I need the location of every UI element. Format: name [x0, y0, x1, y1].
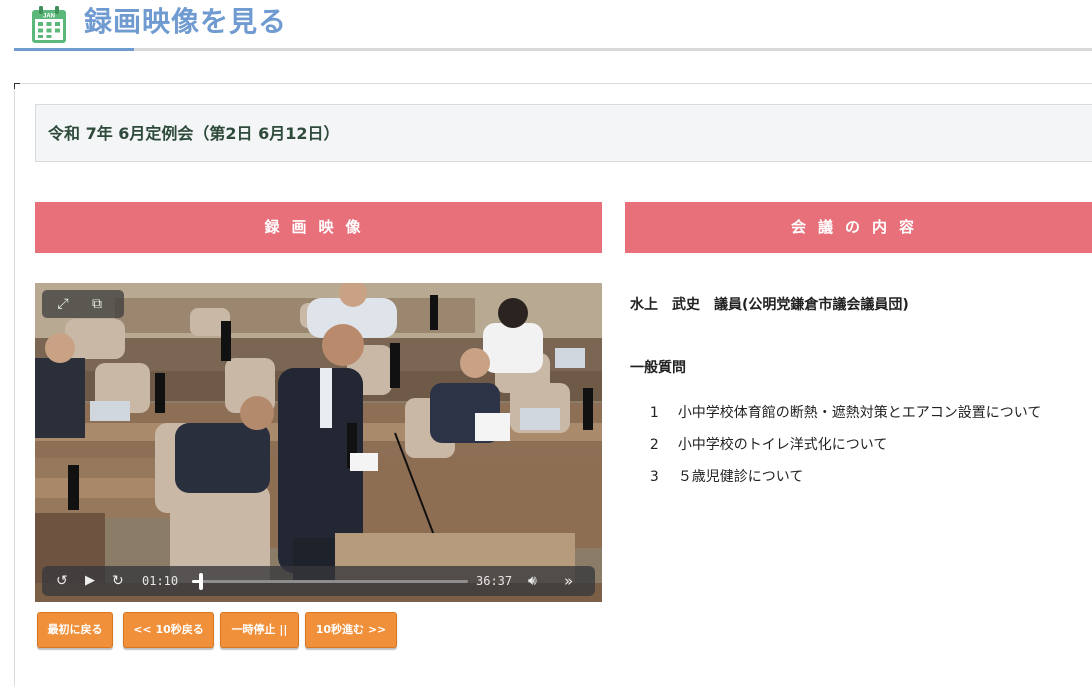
corner-mark [14, 83, 20, 89]
fullscreen-icon[interactable]: ⤢ [54, 296, 72, 312]
calendar-label: JAN [43, 14, 55, 20]
video-control-bar: ↺ ▶ ↻ 01:10 36:37 🔊︎ » [42, 566, 595, 596]
forward-10-seconds-button[interactable]: 10秒進む >> [305, 612, 397, 648]
page-title: 録画映像を見る [84, 5, 288, 38]
volume-icon[interactable]: 🔊︎ [528, 572, 537, 590]
agenda-item-text: ５歳児健診について [677, 469, 804, 485]
video-top-controls: ⤢ ⧉ [42, 290, 124, 318]
back-10-seconds-button[interactable]: << 10秒戻る [123, 612, 214, 648]
skip-forward-icon[interactable]: » [564, 572, 573, 590]
video-progress-bar[interactable] [192, 573, 468, 590]
video-frame [35, 283, 602, 602]
duration-time: 36:37 [476, 574, 513, 588]
video-section-header: 録画映像 [35, 202, 602, 253]
video-progress-handle[interactable] [198, 573, 203, 590]
agenda-item: 3 ５歳児健診について [630, 450, 804, 502]
member-name: 水上 武史 議員(公明党鎌倉市議会議員団) [630, 297, 909, 313]
content-section-header: 会議の内容 [625, 202, 1092, 253]
play-icon[interactable]: ▶ [85, 572, 95, 590]
current-time: 01:10 [142, 574, 179, 588]
video-player[interactable]: ⤢ ⧉ ↺ ▶ ↻ 01:10 36:37 🔊︎ » [35, 283, 602, 602]
to-start-button[interactable]: 最初に戻る [37, 612, 113, 648]
header-divider [14, 48, 1092, 51]
agenda-item-number: 3 [649, 469, 659, 485]
forward-15-icon[interactable]: ↻ [112, 572, 124, 590]
rewind-15-icon[interactable]: ↺ [56, 572, 68, 590]
header-accent-bar [14, 48, 134, 51]
picture-in-picture-icon[interactable]: ⧉ [88, 296, 106, 312]
page-header: JAN 録画映像を見る [0, 0, 1092, 52]
calendar-icon: JAN [32, 6, 66, 43]
meeting-title: 令和 7年 6月定例会（第2日 6月12日） [48, 124, 340, 143]
meeting-title-bar: 令和 7年 6月定例会（第2日 6月12日） [35, 104, 1092, 162]
pause-button[interactable]: 一時停止 || [220, 612, 299, 648]
agenda-heading: 一般質問 [630, 360, 686, 376]
